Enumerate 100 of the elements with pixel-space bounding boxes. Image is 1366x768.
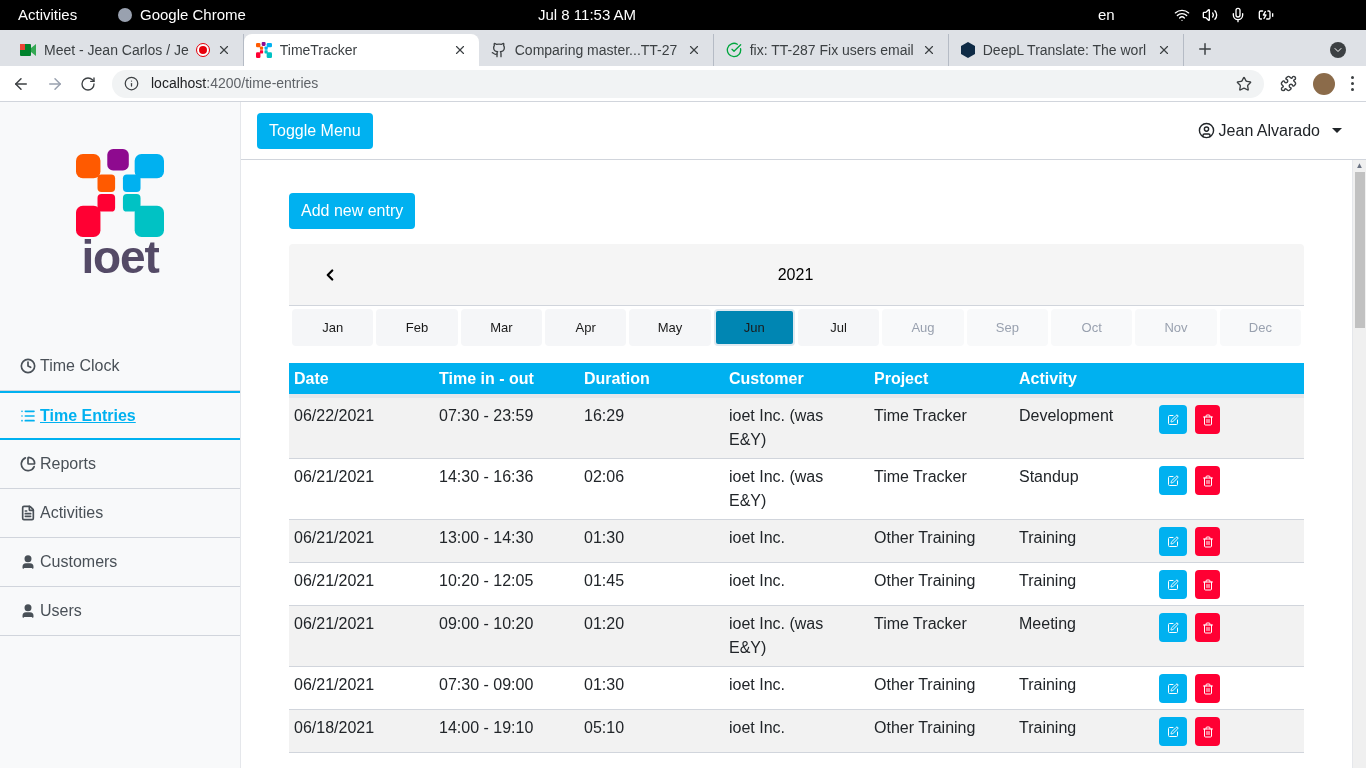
activities-label[interactable]: Activities [18,3,118,27]
delete-button[interactable] [1195,613,1220,642]
table-cell-text: 01:30 [583,528,626,548]
edit-icon [1167,682,1179,695]
table-cell-text: 06/21/2021 [293,675,376,695]
table-cell-text: 07:30 - 09:00 [438,675,535,695]
clock-text[interactable]: Jul 8 11:53 AM [538,3,1098,27]
user-icon [20,554,36,570]
table-cell-text: Training [1018,571,1078,591]
microphone-icon [1230,7,1246,23]
user-name: Jean Alvarado [1218,120,1320,141]
trash-icon [1201,474,1214,487]
trash-icon [1201,725,1214,738]
table-cell-text: 13:00 - 14:30 [438,528,535,548]
reload-icon[interactable] [80,75,96,92]
table-cell-text: 06/21/2021 [293,614,376,634]
avatar[interactable] [1313,72,1335,95]
month-button[interactable]: Apr [545,309,627,346]
tab-title: DeepL Translate: The worl [982,40,1148,60]
column-header: Customer [728,368,805,389]
trash-icon [1201,535,1214,548]
pie-chart-icon [20,456,36,472]
table-cell-text: 01:20 [583,614,626,634]
edit-icon [1167,413,1179,426]
extensions-icon[interactable] [1280,75,1297,92]
edit-icon [1167,535,1179,548]
sidebar-item[interactable]: Time Clock [0,342,240,391]
battery-icon [1258,7,1274,23]
user-menu[interactable]: Jean Alvarado [1197,118,1342,143]
scrollbar[interactable]: ▲ [1352,160,1366,768]
delete-button[interactable] [1195,466,1220,495]
column-header: Activity [1018,368,1078,389]
table-cell-text: 06/18/2021 [293,718,376,738]
browser-tab[interactable]: TimeTracker [243,34,479,66]
table-cell-text: Other Training [873,675,977,695]
edit-button[interactable] [1159,527,1187,556]
sidebar-item[interactable]: Activities [0,489,240,538]
info-icon[interactable] [124,76,139,91]
tab-list-icon[interactable] [1330,42,1346,58]
table-cell-text: Training [1018,718,1078,738]
trash-icon [1201,578,1214,591]
github-icon [490,42,507,58]
table-cell-text: 10:20 - 12:05 [438,571,535,591]
month-button[interactable]: Jun [713,309,795,346]
month-button[interactable]: Feb [376,309,458,346]
column-header: Duration [583,368,651,389]
table-cell-text: 06/21/2021 [293,571,376,591]
table-cell-text: ioet Inc. (was E&Y) [728,467,825,511]
address-bar[interactable]: localhost:4200/time-entries [112,69,1264,98]
table-cell-text: Time Tracker [873,467,968,487]
sidebar-item[interactable]: Users [0,587,240,636]
edit-button[interactable] [1159,613,1187,642]
edit-icon [1167,621,1179,634]
table-cell-text: 16:29 [583,406,626,426]
table-cell-text: ioet Inc. [728,528,787,548]
month-button[interactable]: May [629,309,711,346]
delete-button[interactable] [1195,674,1220,703]
table-cell-text: ioet Inc. [728,675,787,695]
column-header: Project [873,368,930,389]
month-button[interactable]: Jan [292,309,374,346]
month-button[interactable]: Mar [460,309,542,346]
table-cell-text: 02:06 [583,467,626,487]
delete-button[interactable] [1195,405,1220,434]
edit-button[interactable] [1159,674,1187,703]
language-indicator[interactable]: en [1098,3,1158,27]
month-button[interactable]: Jul [798,309,880,346]
clock-icon [20,358,36,374]
app-name[interactable]: Google Chrome [140,3,246,27]
edit-icon [1167,474,1179,487]
tab-title: TimeTracker [279,40,359,60]
delete-button[interactable] [1195,570,1220,599]
table-cell-text: Other Training [873,718,977,738]
table-cell-text: Time Tracker [873,406,968,426]
table-cell-text: ioet Inc. (was E&Y) [728,406,825,450]
table-cell-text: Training [1018,675,1078,695]
wifi-icon [1174,7,1190,23]
chrome-icon [118,8,132,22]
trash-icon [1201,682,1214,695]
hexagon-icon [960,42,975,58]
edit-button[interactable] [1159,717,1187,746]
delete-button[interactable] [1195,717,1220,746]
sidebar-item[interactable]: Reports [0,440,240,489]
scroll-up-arrow[interactable]: ▲ [1355,160,1364,172]
star-icon[interactable] [1236,75,1252,92]
sidebar-item[interactable]: Customers [0,538,240,587]
logo-icon [255,42,272,58]
url-text: localhost:4200/time-entries [151,74,320,93]
table-cell-text: Training [1018,528,1078,548]
scrollbar-thumb[interactable] [1354,172,1365,328]
edit-button[interactable] [1159,405,1187,434]
edit-button[interactable] [1159,466,1187,495]
menu-icon[interactable] [1351,76,1354,91]
caret-icon [1332,127,1342,134]
camera-icon [20,43,36,57]
delete-button[interactable] [1195,527,1220,556]
table-cell-text: 14:00 - 19:10 [438,718,535,738]
edit-button[interactable] [1159,570,1187,599]
table-cell-text: 07:30 - 23:59 [438,406,535,426]
table-cell-text: Other Training [873,528,977,548]
table-cell-text: 09:00 - 10:20 [438,614,535,634]
